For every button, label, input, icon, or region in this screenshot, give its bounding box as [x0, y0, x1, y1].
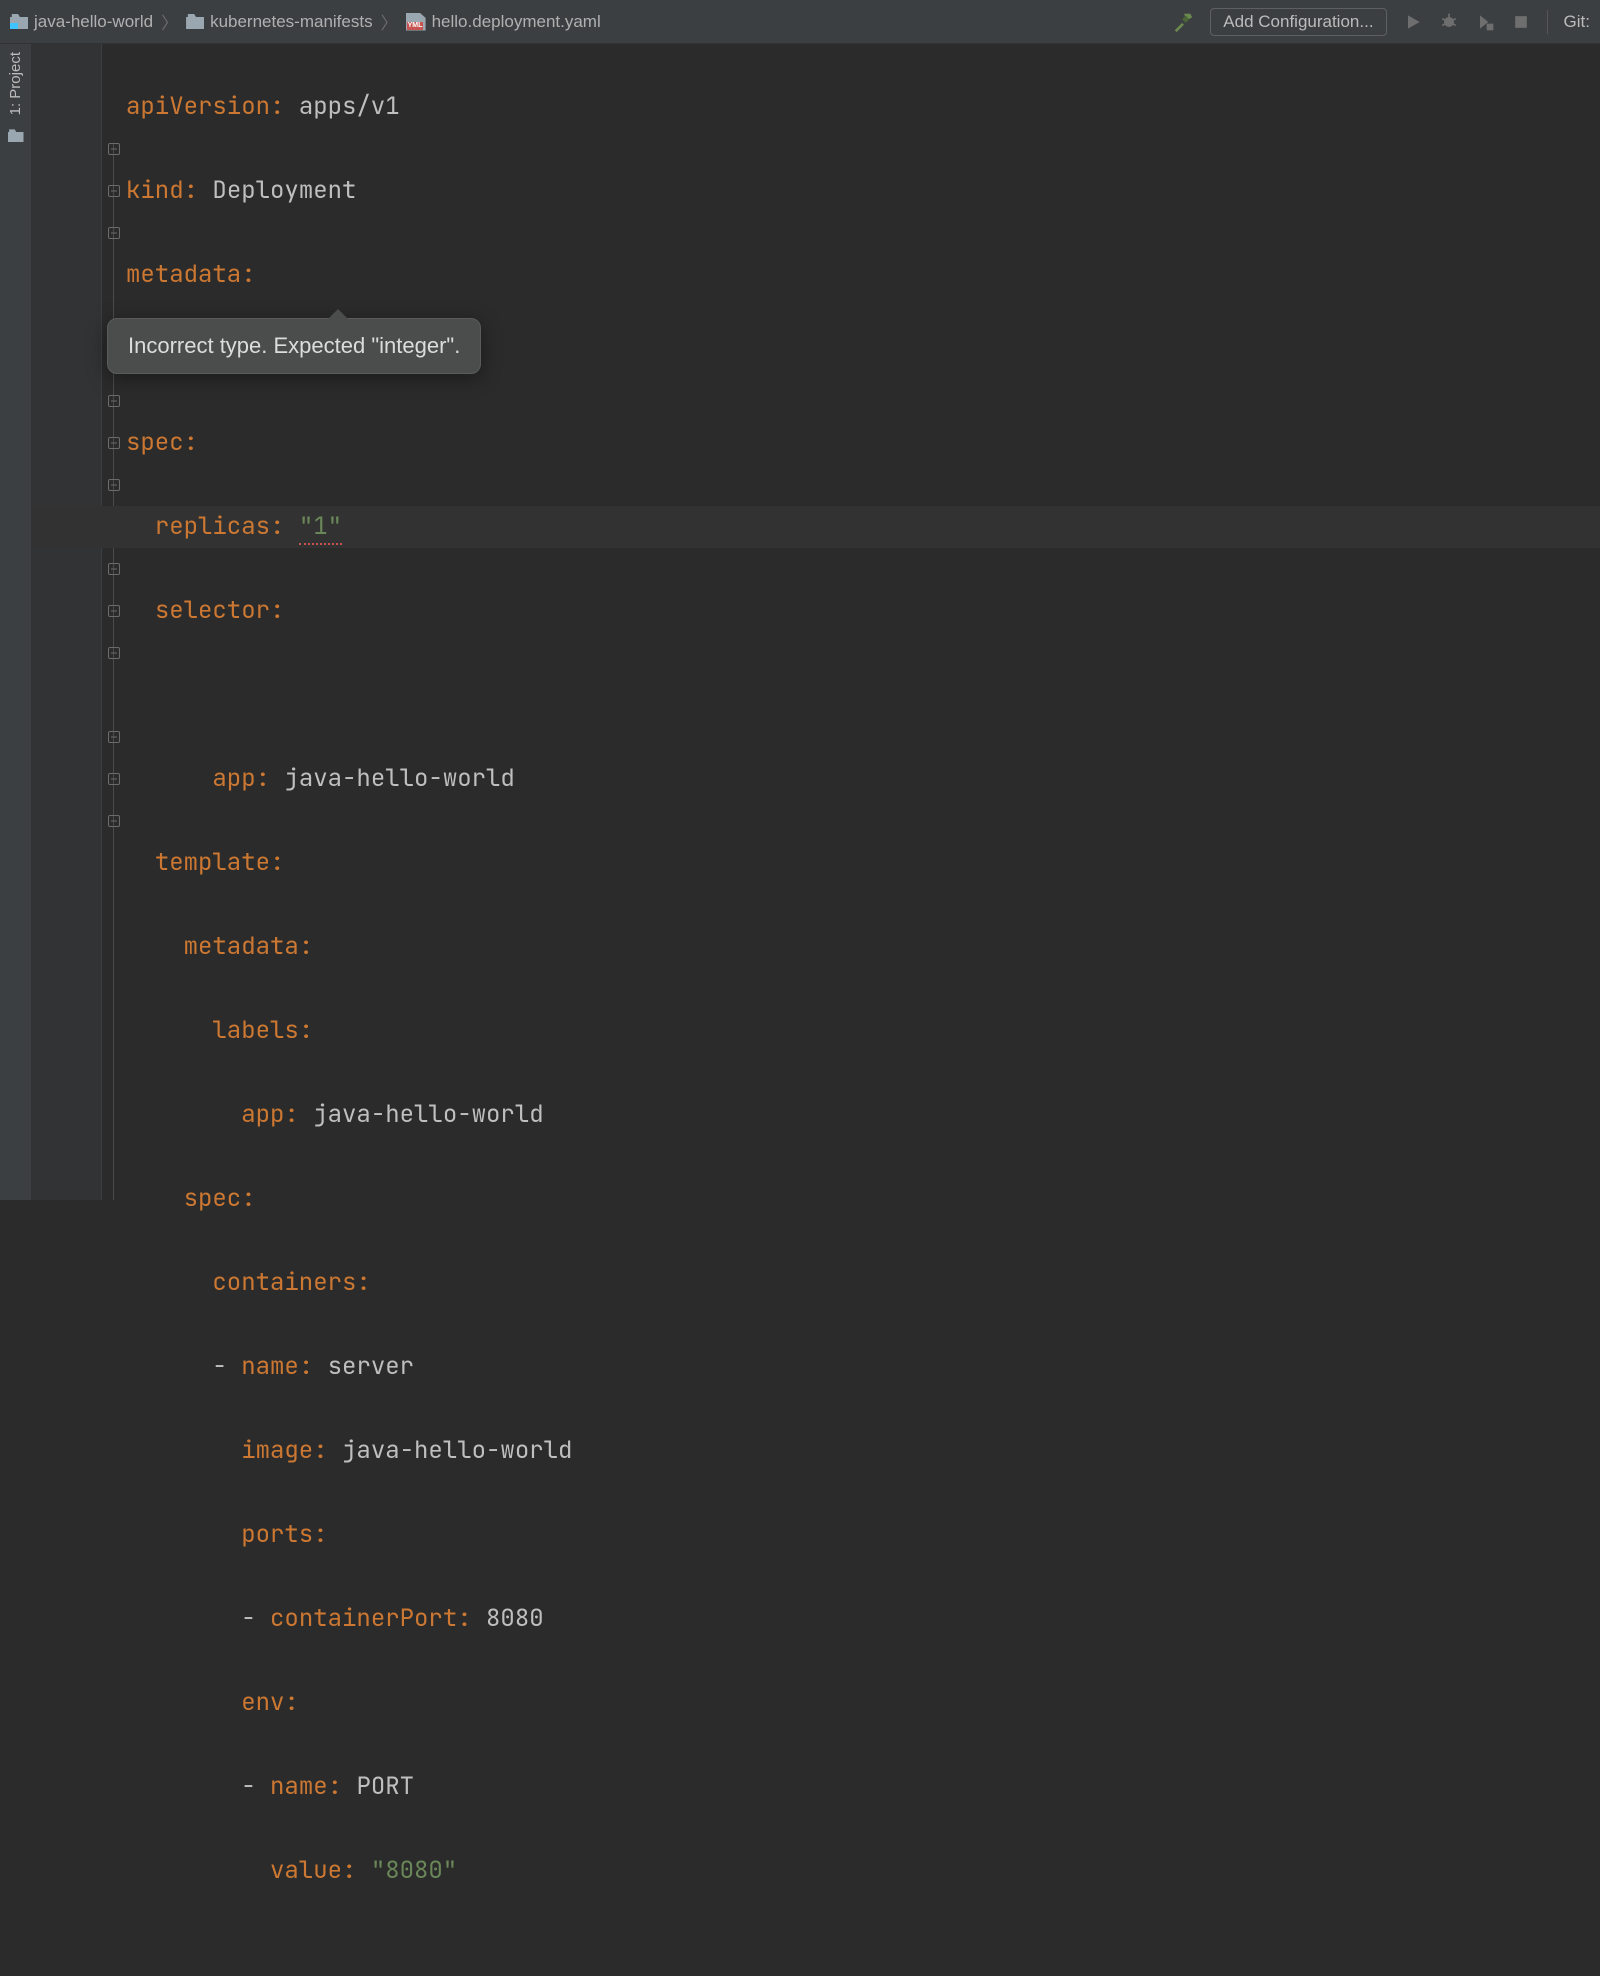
code-line[interactable]: - name: PORT — [126, 1766, 1600, 1808]
folder-icon — [186, 14, 204, 29]
fold-toggle-icon[interactable] — [108, 395, 120, 407]
breadcrumb-file[interactable]: hello.deployment.yaml — [406, 12, 601, 32]
breadcrumb-folder-label: kubernetes-manifests — [210, 12, 373, 32]
left-tool-stripe: 1: Project — [0, 44, 32, 1200]
build-hammer-icon[interactable] — [1172, 11, 1194, 33]
code-line[interactable]: - containerPort: 8080 — [126, 1598, 1600, 1640]
code-line[interactable]: app: java-hello-world — [126, 1094, 1600, 1136]
breadcrumb-separator: 〉 — [381, 9, 398, 34]
fold-toggle-icon[interactable] — [108, 227, 120, 239]
code-line[interactable]: kind: Deployment — [126, 170, 1600, 212]
config-button-label: Add Configuration... — [1223, 12, 1373, 31]
breadcrumb-folder[interactable]: kubernetes-manifests — [186, 12, 373, 32]
code-line[interactable]: env: — [126, 1682, 1600, 1724]
fold-toggle-icon[interactable] — [108, 731, 120, 743]
fold-toggle-icon[interactable] — [108, 185, 120, 197]
code-line[interactable]: template: — [126, 842, 1600, 884]
code-line[interactable]: metadata: — [126, 254, 1600, 296]
toolbar-divider — [1547, 10, 1548, 34]
error-tooltip: Incorrect type. Expected "integer". — [107, 318, 481, 374]
stop-icon[interactable] — [1511, 12, 1531, 32]
breadcrumb-separator: 〉 — [161, 9, 178, 34]
git-label[interactable]: Git: — [1564, 12, 1590, 32]
folder-icon — [8, 129, 24, 142]
editor[interactable]: apiVersion: apps/v1 kind: Deployment met… — [32, 44, 1600, 1200]
error-tooltip-text: Incorrect type. Expected "integer". — [128, 333, 460, 358]
debug-bug-icon[interactable] — [1439, 12, 1459, 32]
code-line[interactable]: value: "8080" — [126, 1850, 1600, 1892]
fold-toggle-icon[interactable] — [108, 479, 120, 491]
fold-toggle-icon[interactable] — [108, 437, 120, 449]
code-line[interactable]: - name: server — [126, 1346, 1600, 1388]
topbar: java-hello-world 〉 kubernetes-manifests … — [0, 0, 1600, 44]
run-with-coverage-icon[interactable] — [1475, 12, 1495, 32]
fold-toggle-icon[interactable] — [108, 815, 120, 827]
fold-column[interactable] — [102, 44, 126, 1200]
code-line[interactable]: spec: — [126, 1178, 1600, 1220]
breadcrumb-root-label: java-hello-world — [34, 12, 153, 32]
code-line[interactable]: metadata: — [126, 926, 1600, 968]
code-line[interactable]: apiVersion: apps/v1 — [126, 86, 1600, 128]
code-line[interactable]: labels: — [126, 1010, 1600, 1052]
fold-toggle-icon[interactable] — [108, 647, 120, 659]
run-configuration-selector[interactable]: Add Configuration... — [1210, 8, 1386, 36]
yaml-file-icon — [406, 13, 426, 31]
code-line[interactable]: selector: — [126, 590, 1600, 632]
project-tool-window-tab[interactable]: 1: Project — [7, 52, 24, 115]
toolbar-right: Add Configuration... Git: — [1172, 8, 1590, 36]
code-line[interactable]: app: java-hello-world — [126, 758, 1600, 800]
breadcrumb-root[interactable]: java-hello-world — [10, 12, 153, 32]
code-line[interactable] — [126, 674, 1600, 716]
project-tab-label: 1: Project — [7, 52, 24, 115]
code-line[interactable]: image: java-hello-world — [126, 1430, 1600, 1472]
error-span[interactable]: "1" — [299, 511, 342, 545]
code-line[interactable]: containers: — [126, 1262, 1600, 1304]
code-line-current[interactable]: replicas: "1" — [126, 506, 1600, 548]
code-line[interactable]: ports: — [126, 1514, 1600, 1556]
fold-toggle-icon[interactable] — [108, 563, 120, 575]
run-icon[interactable] — [1403, 12, 1423, 32]
module-folder-icon — [10, 14, 28, 29]
fold-toggle-icon[interactable] — [108, 143, 120, 155]
breadcrumb: java-hello-world 〉 kubernetes-manifests … — [10, 9, 1172, 34]
editor-gutter[interactable] — [32, 44, 102, 1200]
fold-toggle-icon[interactable] — [108, 605, 120, 617]
fold-toggle-icon[interactable] — [108, 773, 120, 785]
breadcrumb-file-label: hello.deployment.yaml — [432, 12, 601, 32]
code-line[interactable]: spec: — [126, 422, 1600, 464]
